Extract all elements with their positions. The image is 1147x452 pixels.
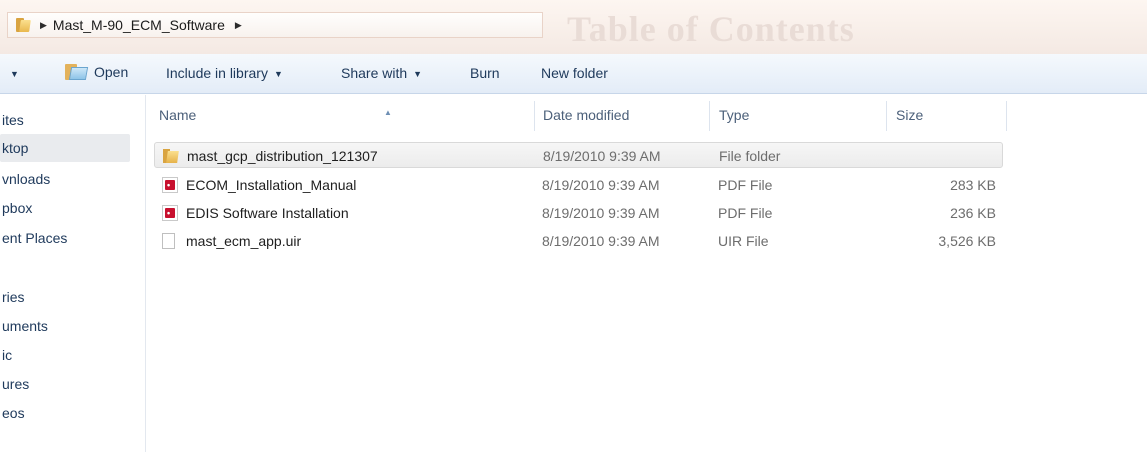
burn-button[interactable]: Burn: [470, 65, 500, 81]
navigation-pane: ites ktop vnloads pbox ent Places ries u…: [0, 95, 146, 452]
breadcrumb-segment[interactable]: Mast_M-90_ECM_Software: [53, 17, 225, 33]
breadcrumb-arrow-icon[interactable]: ▶: [40, 20, 47, 31]
background-document-title: Table of Contents: [567, 9, 855, 49]
file-date: 8/19/2010 9:39 AM: [542, 205, 660, 221]
nav-item-music[interactable]: ic: [0, 341, 146, 369]
nav-item-pictures[interactable]: ures: [0, 370, 146, 398]
file-date: 8/19/2010 9:39 AM: [542, 233, 660, 249]
column-divider[interactable]: [534, 101, 535, 131]
file-row[interactable]: • EDIS Software Installation 8/19/2010 9…: [154, 200, 1003, 226]
file-date: 8/19/2010 9:39 AM: [543, 148, 661, 164]
nav-item-videos[interactable]: eos: [0, 399, 146, 427]
open-button-label: Open: [94, 64, 129, 80]
file-type: UIR File: [718, 233, 769, 249]
nav-item-favorites[interactable]: ites: [0, 106, 146, 134]
column-header-date-modified[interactable]: Date modified: [543, 95, 713, 135]
nav-item-libraries[interactable]: ries: [0, 283, 146, 311]
organize-dropdown-icon[interactable]: ▼: [10, 69, 19, 79]
file-list: Name ▲ Date modified Type Size mast_gcp_…: [147, 95, 1147, 452]
file-name: mast_gcp_distribution_121307: [187, 148, 378, 164]
file-size: 3,526 KB: [938, 233, 996, 249]
open-folder-icon: [64, 63, 89, 81]
file-name: ECOM_Installation_Manual: [186, 177, 357, 193]
breadcrumb-arrow-icon[interactable]: ▶: [235, 20, 242, 31]
column-header-name-label: Name: [159, 107, 197, 123]
file-type: File folder: [719, 148, 781, 164]
explorer-window: Table of Contents ▶ Mast_M-90_ECM_Softwa…: [0, 0, 1147, 452]
nav-item-desktop[interactable]: ktop: [0, 134, 130, 162]
new-folder-button[interactable]: New folder: [541, 65, 608, 81]
share-with-button[interactable]: Share with ▼: [341, 65, 422, 81]
open-button[interactable]: Open: [64, 63, 128, 81]
column-header-type[interactable]: Type: [719, 95, 889, 135]
column-divider[interactable]: [709, 101, 710, 131]
column-divider[interactable]: [886, 101, 887, 131]
nav-item-dropbox[interactable]: pbox: [0, 194, 146, 222]
file-row[interactable]: • ECOM_Installation_Manual 8/19/2010 9:3…: [154, 172, 1003, 198]
command-bar: ▼ Open Include in library ▼ Share with ▼ B…: [0, 54, 1147, 94]
nav-item-recent-places[interactable]: ent Places: [0, 224, 146, 252]
file-type: PDF File: [718, 205, 773, 221]
chevron-down-icon: ▼: [273, 69, 283, 79]
chevron-down-icon: ▼: [413, 69, 423, 79]
file-name: EDIS Software Installation: [186, 205, 349, 221]
file-row[interactable]: mast_gcp_distribution_121307 8/19/2010 9…: [154, 142, 1003, 168]
address-bar[interactable]: ▶ Mast_M-90_ECM_Software ▶: [7, 12, 543, 38]
folder-icon: [16, 18, 32, 32]
pdf-icon: •: [162, 205, 178, 221]
file-size: [897, 143, 997, 169]
file-row[interactable]: mast_ecm_app.uir 8/19/2010 9:39 AM UIR F…: [154, 228, 1003, 254]
pdf-icon: •: [162, 177, 178, 193]
address-bar-area: Table of Contents ▶ Mast_M-90_ECM_Softwa…: [0, 0, 1147, 54]
file-size: 283 KB: [950, 177, 996, 193]
nav-item-documents[interactable]: uments: [0, 312, 146, 340]
column-header-name[interactable]: Name ▲: [159, 95, 539, 135]
file-type: PDF File: [718, 177, 773, 193]
column-divider[interactable]: [1006, 101, 1007, 131]
file-icon: [162, 233, 175, 249]
file-date: 8/19/2010 9:39 AM: [542, 177, 660, 193]
column-header-size[interactable]: Size: [896, 95, 1006, 135]
sort-ascending-icon: ▲: [384, 108, 392, 117]
nav-item-downloads[interactable]: vnloads: [0, 165, 146, 193]
file-size: 236 KB: [950, 205, 996, 221]
share-with-label: Share with: [341, 65, 408, 81]
include-in-library-label: Include in library: [166, 65, 268, 81]
include-in-library-button[interactable]: Include in library ▼: [166, 65, 283, 81]
file-name: mast_ecm_app.uir: [186, 233, 302, 249]
folder-icon: [163, 148, 179, 164]
